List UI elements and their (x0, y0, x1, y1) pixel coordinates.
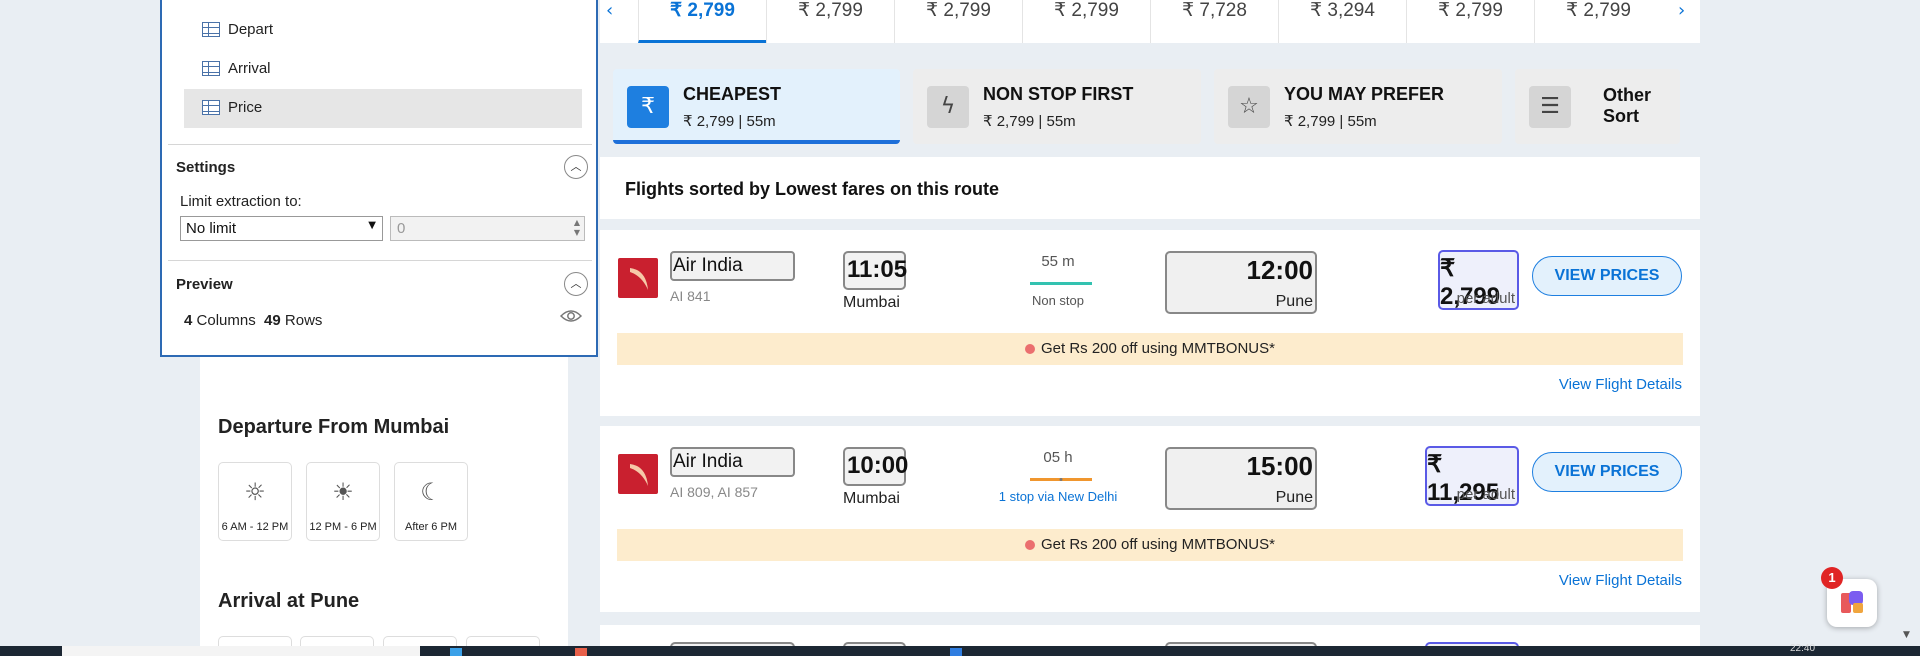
panel-divider (168, 144, 592, 145)
date-price-cell[interactable]: ₹ 2,799 (1534, 0, 1662, 43)
notification-badge: 1 (1821, 567, 1843, 589)
date-price-cell[interactable]: ₹ 7,728 (1150, 0, 1278, 43)
flight-card: Air India AI 809, AI 857 10:00 Mumbai 05… (600, 426, 1700, 612)
star-icon: ☆ (1228, 86, 1270, 128)
stops-info: 1 stop via New Delhi (998, 489, 1118, 504)
offer-banner: Get Rs 200 off using MMTBONUS* (617, 333, 1683, 365)
date-price-cell[interactable]: ₹ 2,799 (1022, 0, 1150, 43)
limit-label: Limit extraction to: (180, 193, 302, 210)
price-box: ₹ 11,295 per adult (1425, 446, 1519, 506)
flight-number: AI 809, AI 857 (670, 484, 758, 500)
sun-icon: ☼ (244, 478, 266, 506)
prev-dates-icon[interactable]: ‹ (606, 0, 613, 21)
lightning-icon: ϟ (927, 86, 969, 128)
eye-icon[interactable] (560, 308, 582, 324)
sort-tab-other[interactable]: ☰ Other Sort (1515, 69, 1680, 144)
stepper-icon[interactable]: ▲ ▼ (574, 218, 580, 238)
airline-logo (618, 258, 658, 298)
flight-number: AI 841 (670, 288, 711, 304)
preview-title: Preview (176, 276, 233, 293)
depart-time: 11:05 (843, 251, 907, 290)
arrival-box: 15:00 Pune (1165, 447, 1317, 510)
arrive-time: 12:00 (1246, 255, 1314, 285)
arrive-city: Pune (1275, 293, 1313, 310)
date-price-cell[interactable]: ₹ 2,799 (638, 0, 766, 43)
departure-slot-afternoon[interactable]: ☀ 12 PM - 6 PM (306, 462, 380, 541)
taskbar-app-icon[interactable] (575, 648, 587, 656)
stops-info: Non stop (1031, 293, 1085, 308)
column-item-arrival[interactable]: Arrival (184, 50, 582, 89)
sort-tab-you-may-prefer[interactable]: ☆ YOU MAY PREFER ₹ 2,799 | 55m (1214, 69, 1502, 144)
depart-city: Mumbai (843, 490, 900, 507)
airline-logo (618, 454, 658, 494)
offer-banner: Get Rs 200 off using MMTBONUS* (617, 529, 1683, 561)
settings-collapse-chevron-icon[interactable]: ︿ (564, 155, 588, 179)
departure-slot-evening[interactable]: ☾ After 6 PM (394, 462, 468, 541)
date-price-cell[interactable]: ₹ 2,799 (894, 0, 1022, 43)
view-prices-button[interactable]: VIEW PRICES (1532, 452, 1682, 492)
duration-line (1030, 478, 1092, 481)
sunset-icon: ☀ (332, 478, 354, 506)
depart-time: 10:00 (843, 447, 908, 486)
view-prices-button[interactable]: VIEW PRICES (1532, 256, 1682, 296)
arrival-filter-title: Arrival at Pune (218, 590, 360, 612)
moon-icon: ☾ (420, 478, 442, 506)
scroll-down-icon[interactable]: ▼ (1903, 630, 1910, 640)
sort-tab-cheapest[interactable]: ₹ CHEAPEST ₹ 2,799 | 55m (613, 69, 900, 144)
offer-dot-icon (1025, 540, 1035, 550)
limit-number-input[interactable]: 0 ▲ ▼ (390, 216, 585, 241)
taskbar: 22:40 (0, 643, 1920, 656)
date-price-cell[interactable]: ₹ 2,799 (1406, 0, 1534, 43)
sorted-heading-bar: Flights sorted by Lowest fares on this r… (600, 157, 1700, 219)
per-adult-label: per adult (1456, 486, 1515, 503)
airline-name: Air India (670, 447, 795, 477)
flight-card: Air India AI 841 11:05 Mumbai 55 m Non s… (600, 230, 1700, 416)
offer-dot-icon (1025, 344, 1035, 354)
departure-filter-title: Departure From Mumbai (218, 416, 450, 438)
arrival-box: 12:00 Pune (1165, 251, 1317, 314)
taskbar-app-icon[interactable] (950, 648, 962, 656)
preview-summary: 4 Columns 49 Rows (184, 312, 323, 329)
taskbar-search[interactable] (62, 646, 420, 656)
preview-collapse-chevron-icon[interactable]: ︿ (564, 272, 588, 296)
extraction-panel: Depart Arrival Price Settings ︿ Limit ex… (160, 0, 598, 357)
depart-city: Mumbai (843, 294, 900, 311)
flight-duration: 05 h (1043, 449, 1073, 466)
duration-line (1030, 282, 1092, 285)
departure-slot-morning[interactable]: ☼ 6 AM - 12 PM (218, 462, 292, 541)
taskbar-app-icon[interactable] (450, 648, 462, 656)
arrive-city: Pune (1275, 489, 1313, 506)
per-adult-label: per adult (1456, 290, 1515, 307)
view-flight-details-link[interactable]: View Flight Details (1559, 376, 1682, 393)
sort-tab-nonstop[interactable]: ϟ NON STOP FIRST ₹ 2,799 | 55m (913, 69, 1201, 144)
limit-select[interactable]: No limit ▼ (180, 216, 383, 241)
next-dates-icon[interactable]: › (1678, 0, 1685, 21)
dropdown-arrow-icon: ▼ (368, 220, 376, 231)
sort-icon: ☰ (1529, 86, 1571, 128)
sorted-heading: Flights sorted by Lowest fares on this r… (625, 179, 1000, 199)
airline-name: Air India (670, 251, 795, 281)
taskbar-clock: 22:40 (1790, 643, 1816, 654)
settings-title: Settings (176, 159, 236, 176)
column-item-depart[interactable]: Depart (184, 11, 582, 50)
results-column: ‹ ₹ 2,799 ₹ 2,799 ₹ 2,799 ₹ 2,799 ₹ 7,72… (600, 0, 1700, 656)
column-item-price[interactable]: Price (184, 89, 582, 128)
date-price-bar: ‹ ₹ 2,799 ₹ 2,799 ₹ 2,799 ₹ 2,799 ₹ 7,72… (600, 0, 1700, 43)
date-price-cell[interactable]: ₹ 3,294 (1278, 0, 1406, 43)
price-box: ₹ 2,799 per adult (1438, 250, 1519, 310)
table-column-icon (202, 100, 220, 115)
view-flight-details-link[interactable]: View Flight Details (1559, 572, 1682, 589)
date-price-cell[interactable]: ₹ 2,799 (766, 0, 894, 43)
arrive-time: 15:00 (1246, 451, 1314, 481)
flight-duration: 55 m (1041, 253, 1075, 270)
table-column-icon (202, 61, 220, 76)
table-column-icon (202, 22, 220, 37)
panel-divider (168, 260, 592, 261)
rupee-icon: ₹ (627, 86, 669, 128)
